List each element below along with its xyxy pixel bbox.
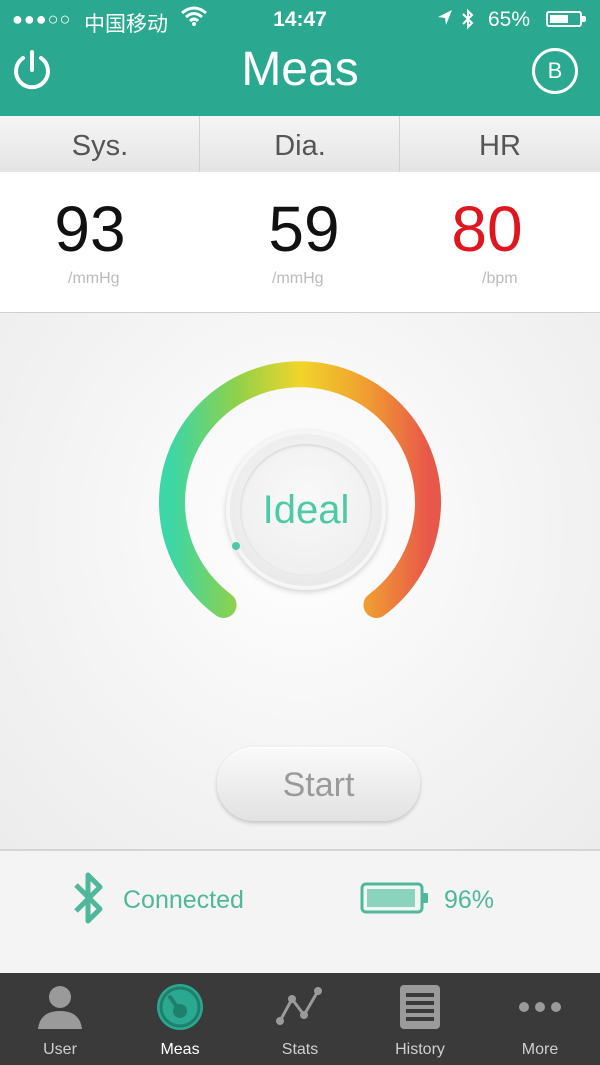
header-sys: Sys.: [71, 130, 129, 162]
device-status-bar: Connected 96%: [0, 851, 600, 973]
gauge-pointer: [232, 542, 240, 550]
history-icon: [400, 985, 440, 1029]
connection-status: Connected: [123, 886, 244, 914]
dia-unit: /mmHg: [272, 270, 324, 287]
hr-value: 80: [451, 193, 523, 265]
tab-bar: User Meas Stats History More: [0, 973, 600, 1065]
tab-more[interactable]: More: [480, 973, 600, 1065]
more-icon: [519, 1002, 561, 1012]
device-battery-percent: 96%: [444, 886, 495, 914]
tab-label: Meas: [160, 1041, 200, 1058]
profile-button[interactable]: B: [532, 48, 578, 94]
gauge-icon: [157, 984, 203, 1030]
gauge-status-label: Ideal: [262, 488, 350, 532]
bluetooth-icon: [460, 8, 476, 36]
location-icon: [436, 8, 454, 34]
gauge-knob: Ideal: [226, 430, 386, 590]
tab-label: History: [395, 1041, 445, 1058]
tab-meas[interactable]: Meas: [120, 973, 240, 1065]
header-hr: HR: [479, 130, 521, 162]
device-battery-icon: [360, 882, 428, 914]
tab-stats[interactable]: Stats: [240, 973, 360, 1065]
tab-history[interactable]: History: [360, 973, 480, 1065]
top-bar: ●●●○○ 中国移动 14:47 65% Meas B: [0, 0, 600, 116]
dia-value: 59: [268, 193, 340, 265]
user-icon: [38, 986, 82, 1029]
header-dia: Dia.: [274, 130, 326, 162]
start-button[interactable]: Start: [217, 747, 420, 821]
page-title: Meas: [241, 43, 359, 96]
tab-label: Stats: [281, 1041, 319, 1058]
sys-value: 93: [54, 193, 126, 265]
hr-unit: /bpm: [482, 270, 518, 287]
stats-icon: [276, 987, 322, 1025]
battery-icon: [546, 11, 586, 27]
readings-values: 93 /mmHg 59 /mmHg 80 /bpm: [0, 172, 600, 313]
status-bar: ●●●○○ 中国移动 14:47 65%: [0, 0, 600, 38]
tab-user[interactable]: User: [0, 973, 120, 1065]
sys-unit: /mmHg: [68, 270, 120, 287]
profile-letter: B: [547, 58, 563, 83]
tab-label: More: [521, 1041, 559, 1058]
readings-header: Sys. Dia. HR: [0, 116, 600, 173]
bluetooth-icon: [74, 872, 103, 924]
tab-label: User: [43, 1041, 77, 1058]
battery-percent: 65%: [488, 8, 531, 31]
